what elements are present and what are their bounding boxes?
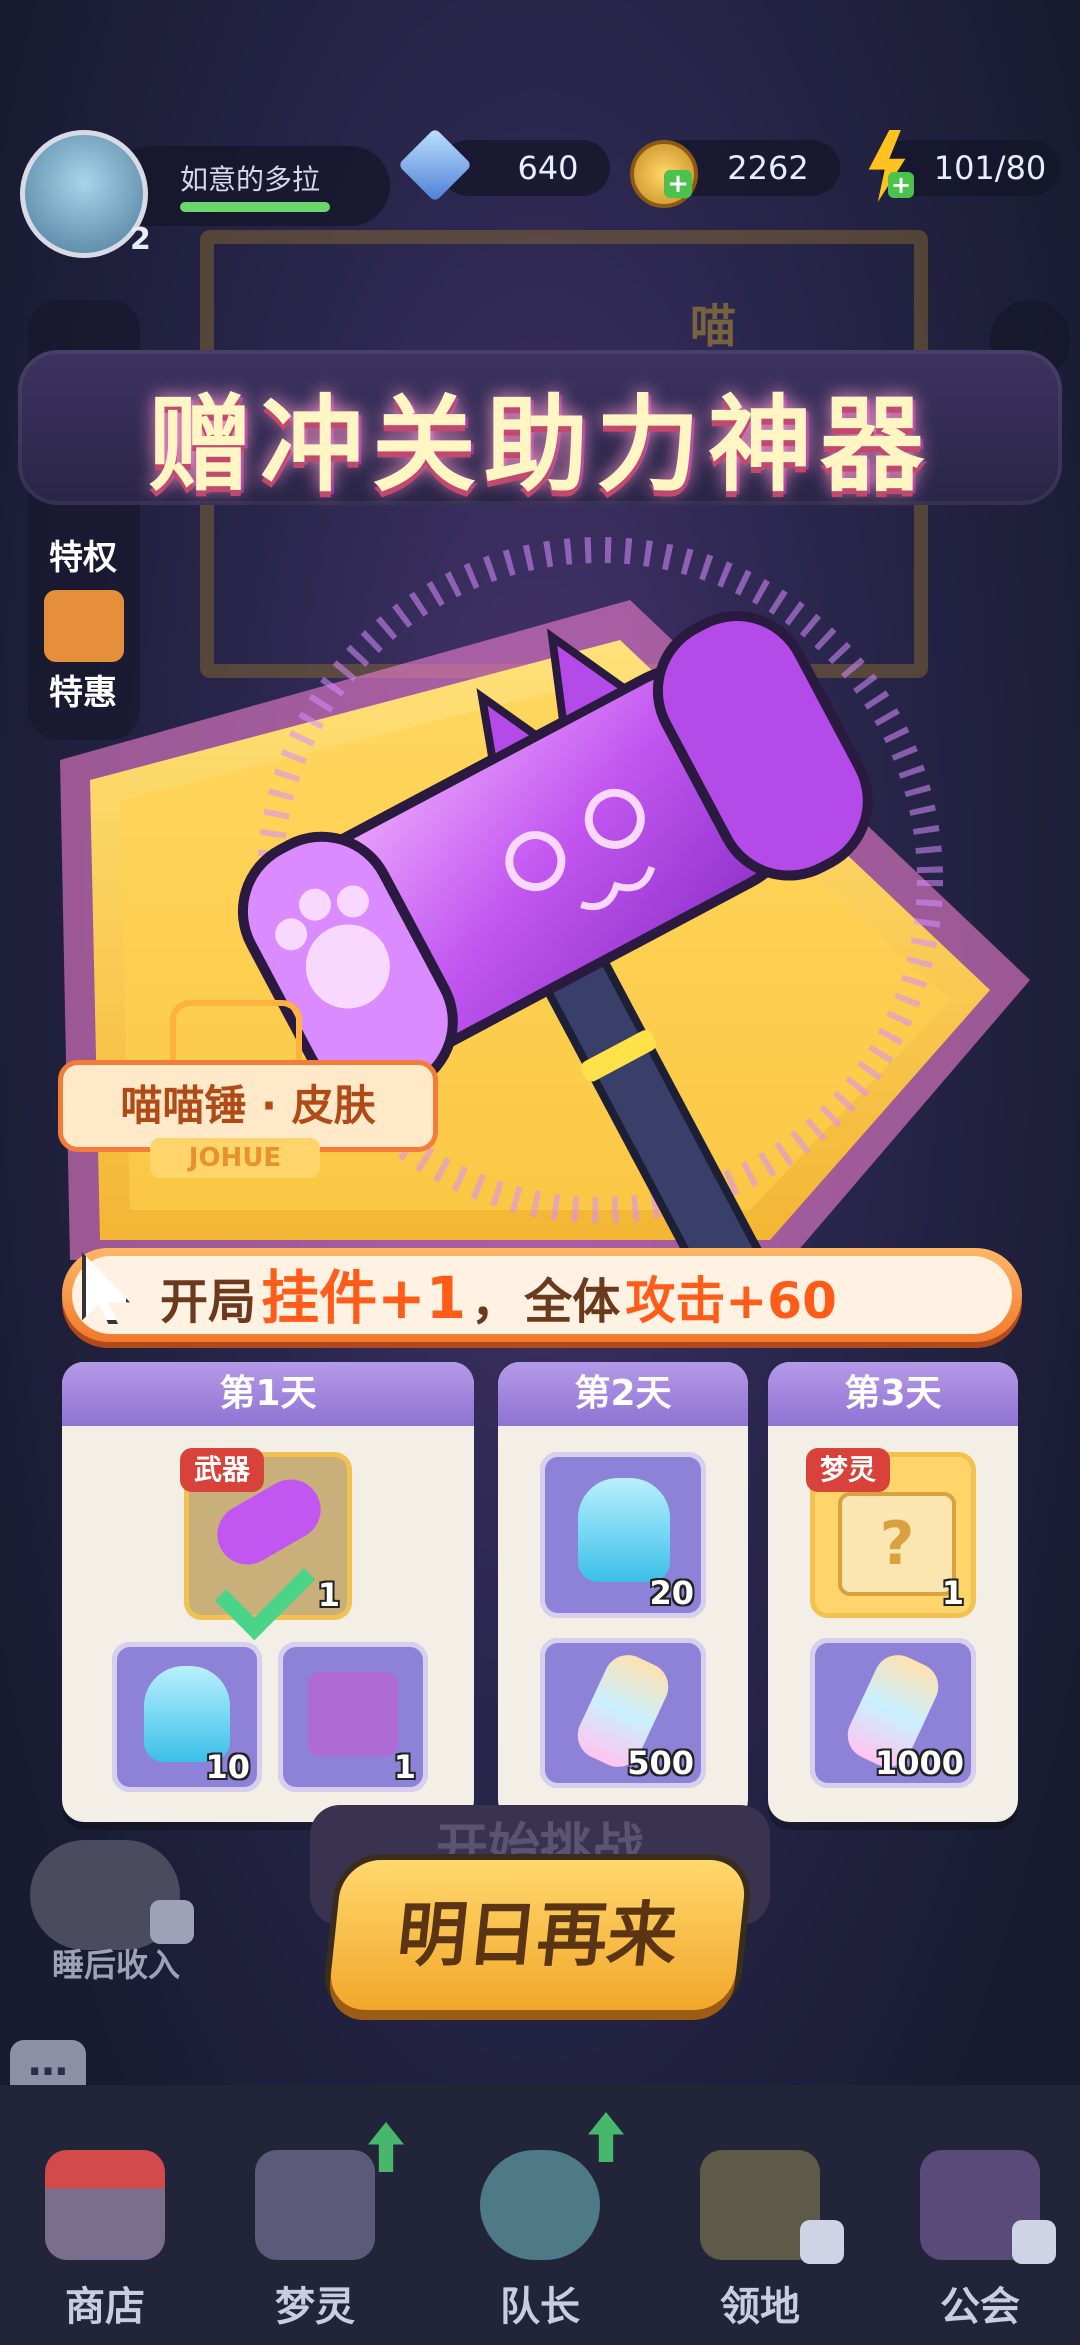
territory-lock-icon (800, 2220, 844, 2264)
popup-title: 赠冲关助力神器 (147, 384, 932, 506)
day2-item1-qty: 20 (649, 1574, 694, 1612)
avatar[interactable] (20, 130, 148, 258)
bonus-comma: ， (471, 1274, 520, 1330)
bonus-prefix: 开局 (160, 1274, 257, 1330)
day1-item2-qty: 10 (205, 1748, 250, 1786)
day1-item1-qty: 1 (317, 1576, 340, 1614)
day3-item-spirit-chest[interactable]: ? 梦灵 1 (806, 1448, 976, 1618)
coins-value: 2262 (727, 149, 809, 187)
day2-label: 第2天 (498, 1362, 748, 1426)
weapon-tag: 武器 (180, 1448, 265, 1492)
day3-item-rainbow-bottle[interactable]: 1000 (810, 1638, 976, 1788)
come-back-tomorrow-button[interactable]: 明日再来 (327, 1860, 748, 2010)
player-level: 2 (130, 222, 151, 257)
nav-shop[interactable]: 商店 (15, 2150, 195, 2340)
bonus-highlight-1: 挂件+1 (261, 1264, 467, 1332)
day3-card: 第3天 ? 梦灵 1 1000 (768, 1362, 1018, 1822)
nav-captain[interactable]: 队长 (450, 2150, 630, 2340)
crystal-icon (578, 1478, 670, 1582)
day3-item1-qty: 1 (941, 1574, 964, 1612)
captain-icon (480, 2150, 600, 2260)
bonus-highlight-2: 攻击+60 (625, 1272, 837, 1330)
day2-item-rainbow-bottle[interactable]: 500 (540, 1638, 706, 1788)
player-name: 如意的多拉 (180, 163, 321, 196)
bonus-middle: 全体 (524, 1274, 621, 1330)
day2-card: 第2天 20 500 (498, 1362, 748, 1822)
player-panel[interactable]: 如意的多拉 2 (20, 130, 390, 258)
spirit-icon (255, 2150, 375, 2260)
day3-item2-qty: 1000 (874, 1744, 964, 1782)
hammer-skin-art (237, 537, 943, 1304)
add-energy-icon[interactable]: + (888, 172, 914, 198)
gems-value: 640 (517, 149, 579, 187)
day1-card: 第1天 武器 1 10 1 (62, 1362, 474, 1822)
bonus-text: 开局 挂件+1 ， 全体 攻击+60 (160, 1258, 1020, 1338)
day2-item-spirit-crystal[interactable]: 20 (540, 1452, 706, 1618)
shop-icon (45, 2150, 165, 2260)
day3-label: 第3天 (768, 1362, 1018, 1426)
day1-item-mystery-box[interactable]: 1 (278, 1642, 428, 1792)
add-coins-icon[interactable]: + (664, 170, 692, 198)
lock-icon (150, 1900, 194, 1944)
nav-guild-label: 公会 (940, 2284, 1020, 2330)
chest-icon: ? (838, 1492, 956, 1596)
day1-item3-qty: 1 (393, 1748, 416, 1786)
spirit-tag: 梦灵 (806, 1448, 891, 1492)
sleep-income-label[interactable]: 睡后收入 (52, 1940, 180, 1986)
nav-captain-label: 队长 (500, 2284, 580, 2330)
energy-value: 101/80 (933, 149, 1047, 187)
nav-spirit[interactable]: 梦灵 (225, 2150, 405, 2340)
nav-territory-label: 领地 (720, 2284, 800, 2330)
guild-lock-icon (1012, 2220, 1056, 2264)
nav-shop-label: 商店 (65, 2284, 145, 2330)
nav-spirit-label: 梦灵 (275, 2284, 355, 2330)
skin-sub-label: JOHUE (150, 1138, 320, 1178)
day2-item2-qty: 500 (627, 1744, 694, 1782)
player-xp-bar (180, 202, 330, 212)
day1-label: 第1天 (62, 1362, 474, 1426)
box-icon (308, 1672, 398, 1756)
day1-item-spirit-crystal[interactable]: 10 (112, 1642, 262, 1792)
